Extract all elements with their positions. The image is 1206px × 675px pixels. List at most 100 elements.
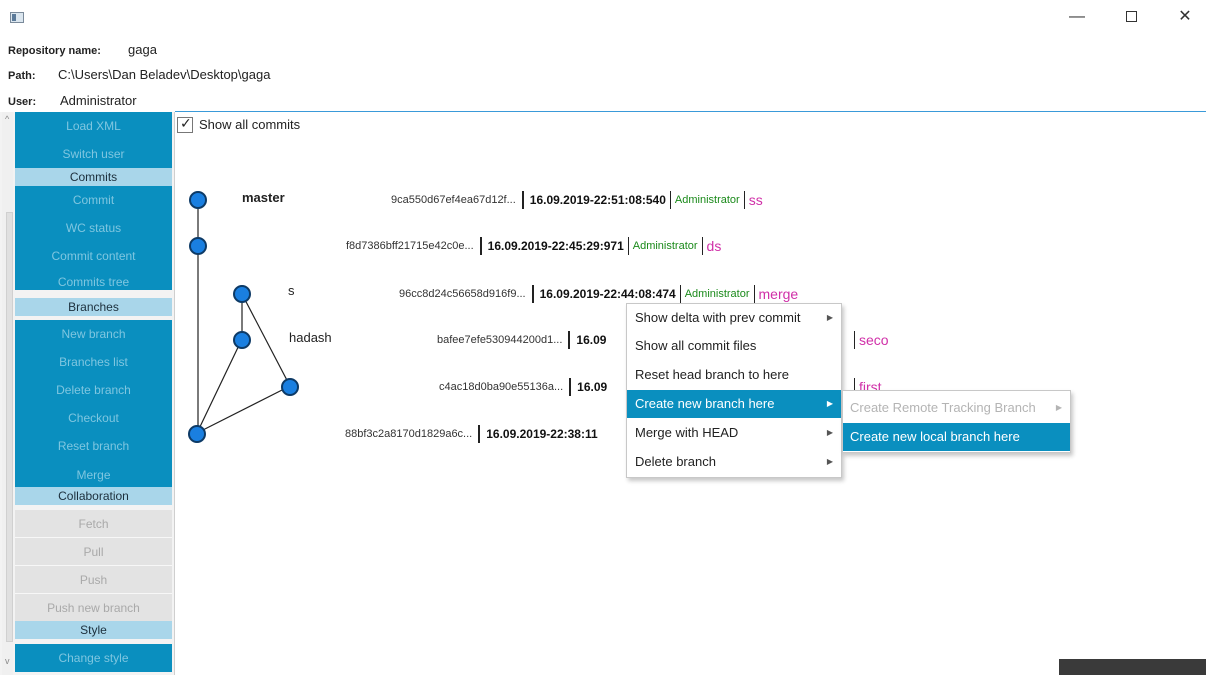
fetch-button[interactable]: Fetch [15,510,172,538]
change-style-button[interactable]: Change style [15,644,172,672]
row-divider [701,237,703,255]
menu-item-show-all-files[interactable]: Show all commit files [627,332,841,360]
row-divider [753,285,755,303]
commit-node[interactable] [233,331,251,349]
pull-button[interactable]: Pull [15,538,172,566]
commit-date: 16.09 [576,333,607,347]
collaboration-section-header: Collaboration [15,487,172,505]
taskbar-fragment [1059,659,1206,675]
branches-list-button[interactable]: Branches list [15,348,172,376]
row-divider [531,285,534,303]
row-divider [479,237,482,255]
commit-row[interactable]: 88bf3c2a8170d1829a6c... 16.09.2019-22:38:… [345,425,598,443]
menu-item-create-remote-tracking[interactable]: Create Remote Tracking Branch ▶ [843,394,1070,422]
submenu-arrow-icon: ▶ [826,457,833,466]
branch-label-hadash: hadash [289,330,332,345]
scroll-down-icon[interactable]: v [5,656,10,666]
menu-item-label: Create Remote Tracking Branch [850,400,1036,415]
style-section-header: Style [15,621,172,639]
commit-row[interactable]: bafee7efe530944200d1... 16.09 [437,331,606,349]
commit-node[interactable] [233,285,251,303]
wc-status-button[interactable]: WC status [15,214,172,242]
commit-date: 16.09.2019-22:44:08:474 [539,287,676,301]
commit-node[interactable] [281,378,299,396]
commit-message: ds [706,238,722,254]
menu-item-reset-head[interactable]: Reset head branch to here [627,361,841,389]
commit-node[interactable] [189,191,207,209]
repository-name-label: Repository name: [8,45,101,57]
minimize-button[interactable]: — [1054,4,1100,30]
path-label: Path: [8,70,36,82]
commit-sha: 88bf3c2a8170d1829a6c... [345,428,473,440]
commit-sha: c4ac18d0ba90e55136a... [439,381,564,393]
menu-item-create-branch[interactable]: Create new branch here ▶ [627,390,841,418]
scroll-up-icon[interactable]: ^ [5,114,9,124]
submenu-arrow-icon: ▶ [826,399,833,408]
commit-row[interactable]: 9ca550d67ef4ea67d12f... 16.09.2019-22:51:… [391,191,763,209]
repository-name-row: Repository name: gaga [8,42,157,57]
submenu-arrow-icon: ▶ [826,313,833,322]
commit-row[interactable]: c4ac18d0ba90e55136a... 16.09 [439,378,607,396]
commit-sha: 9ca550d67ef4ea67d12f... [391,194,516,206]
user-value: Administrator [60,93,137,108]
merge-button[interactable]: Merge [15,460,172,488]
menu-item-label: Reset head branch to here [635,367,789,382]
menu-item-label: Create new local branch here [850,429,1020,444]
push-new-branch-button[interactable]: Push new branch [15,594,172,622]
checkout-button[interactable]: Checkout [15,404,172,432]
sidebar-scrollbar[interactable]: ^ v [2,112,13,675]
row-divider [521,191,524,209]
menu-item-label: Show all commit files [635,338,757,353]
commit-date: 16.09.2019-22:45:29:971 [487,239,624,253]
commit-node[interactable] [188,425,206,443]
commit-context-menu: Show delta with prev commit ▶ Show all co… [626,303,842,478]
commit-row[interactable]: 96cc8d24c56658d916f9... 16.09.2019-22:44:… [399,285,798,303]
commits-section-header: Commits [15,168,172,186]
user-label: User: [8,96,37,108]
maximize-icon [1125,11,1137,23]
commit-author: Administrator [674,194,740,206]
scroll-thumb[interactable] [6,212,13,642]
commit-date: 16.09.2019-22:38:11 [486,427,598,441]
path-row: Path: C:\Users\Dan Beladev\Desktop\gaga [8,67,270,82]
menu-item-label: Create new branch here [635,396,775,411]
menu-item-delete-branch[interactable]: Delete branch ▶ [627,448,841,476]
path-value: C:\Users\Dan Beladev\Desktop\gaga [58,67,271,82]
row-divider [569,378,572,396]
close-button[interactable]: ✕ [1162,4,1206,30]
menu-item-label: Show delta with prev commit [635,310,801,325]
branch-label-s: s [288,283,295,298]
user-row: User: Administrator [8,93,137,108]
load-xml-button[interactable]: Load XML [15,112,172,140]
commit-content-button[interactable]: Commit content [15,242,172,270]
branches-section-header: Branches [15,298,172,316]
reset-branch-button[interactable]: Reset branch [15,432,172,460]
menu-item-create-local-branch[interactable]: Create new local branch here [843,423,1070,451]
commit-date: 16.09.2019-22:51:08:540 [529,193,666,207]
repository-name-value: gaga [128,42,157,57]
menu-item-show-delta[interactable]: Show delta with prev commit ▶ [627,304,841,332]
maximize-button[interactable] [1108,4,1154,30]
switch-user-button[interactable]: Switch user [15,140,172,168]
row-divider [669,191,671,209]
graph-edge [196,338,243,434]
sidebar: ^ v Load XML Switch user Commits Commit … [0,112,175,675]
new-branch-button[interactable]: New branch [15,320,172,348]
title-bar: — ✕ [0,0,1206,34]
commit-button[interactable]: Commit [15,186,172,214]
menu-item-label: Merge with HEAD [635,425,739,440]
commit-message: merge [758,286,799,302]
commit-message: seco [859,332,889,348]
commit-message: ss [748,192,763,208]
row-divider [743,191,745,209]
commits-tree-button[interactable]: Commits tree [15,270,172,290]
commit-date: 16.09 [577,380,608,394]
commit-row[interactable]: f8d7386bff21715e42c0e... 16.09.2019-22:45… [346,237,721,255]
menu-item-merge-head[interactable]: Merge with HEAD ▶ [627,419,841,447]
row-divider [478,425,481,443]
commit-sha: 96cc8d24c56658d916f9... [399,288,526,300]
push-button[interactable]: Push [15,566,172,594]
delete-branch-button[interactable]: Delete branch [15,376,172,404]
commit-node[interactable] [189,237,207,255]
row-divider [568,331,571,349]
